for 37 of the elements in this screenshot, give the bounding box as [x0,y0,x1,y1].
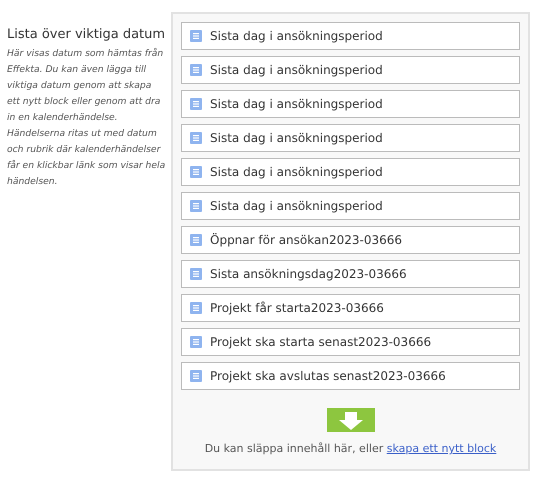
block-title: Sista dag i ansökningsperiod [210,131,383,145]
description-text: Här visas datum som hämtas från Effekta. Du kan även lägga till viktiga datum genom att skapa ett nytt block eller genom att dra in en kalenderhändelse. Händelserna ritas ut med datum och rubrik där kalenderhändelser får en klickbar länk som visar hela händelsen. [7,46,166,189]
create-block-link[interactable]: skapa ett nytt block [386,442,496,455]
content-block[interactable]: Projekt ska avslutas senast2023-03666 [181,362,520,390]
block-title: Sista dag i ansökningsperiod [210,97,383,111]
block-title: Projekt ska avslutas senast2023-03666 [210,369,446,383]
block-title: Sista ansökningsdag2023-03666 [210,267,407,281]
block-title: Öppnar för ansökan2023-03666 [210,233,402,247]
content-block[interactable]: Sista dag i ansökningsperiod [181,158,520,186]
text-lines-icon [190,98,202,110]
section-title: Lista över viktiga datum [7,26,166,43]
content-block[interactable]: Sista dag i ansökningsperiod [181,192,520,220]
content-block[interactable]: Projekt ska starta senast2023-03666 [181,328,520,356]
content-block[interactable]: Sista dag i ansökningsperiod [181,124,520,152]
block-title: Projekt får starta2023-03666 [210,301,384,315]
text-lines-icon [190,268,202,280]
content-block[interactable]: Öppnar för ansökan2023-03666 [181,226,520,254]
text-lines-icon [190,30,202,42]
drop-hint: Du kan släppa innehåll här, eller skapa ett nytt block [204,442,496,455]
text-lines-icon [190,166,202,178]
content-block[interactable]: Sista ansökningsdag2023-03666 [181,260,520,288]
content-block[interactable]: Sista dag i ansökningsperiod [181,90,520,118]
block-title: Sista dag i ansökningsperiod [210,165,383,179]
block-title: Sista dag i ansökningsperiod [210,29,383,43]
text-lines-icon [190,336,202,348]
text-lines-icon [190,64,202,76]
block-title: Sista dag i ansökningsperiod [210,199,383,213]
content-block[interactable]: Sista dag i ansökningsperiod [181,22,520,50]
content-block[interactable]: Projekt får starta2023-03666 [181,294,520,322]
text-lines-icon [190,132,202,144]
block-title: Projekt ska starta senast2023-03666 [210,335,432,349]
text-lines-icon [190,200,202,212]
text-lines-icon [190,370,202,382]
block-title: Sista dag i ansökningsperiod [210,63,383,77]
text-lines-icon [190,302,202,314]
content-block[interactable]: Sista dag i ansökningsperiod [181,56,520,84]
text-lines-icon [190,234,202,246]
